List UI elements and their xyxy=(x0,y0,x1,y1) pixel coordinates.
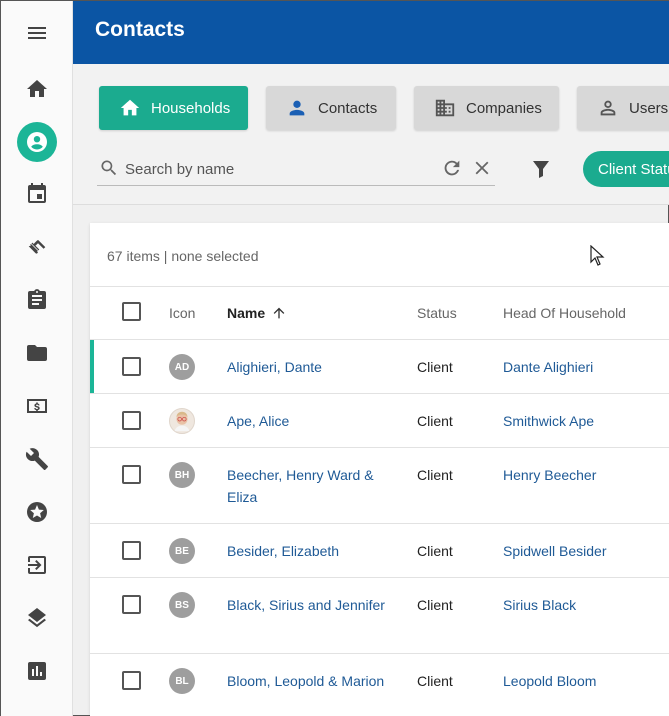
column-status[interactable]: Status xyxy=(417,305,457,321)
status-value: Client xyxy=(417,413,453,429)
tab-households[interactable]: Households xyxy=(99,86,248,130)
row-checkbox[interactable] xyxy=(122,595,141,614)
sort-ascending-icon xyxy=(273,307,285,319)
avatar-photo xyxy=(169,408,195,434)
search-box xyxy=(97,152,495,186)
table-row[interactable]: AD Alighieri, Dante Client Dante Alighie… xyxy=(90,340,669,394)
client-status-filter-chip[interactable]: Client Statu xyxy=(583,151,669,187)
tab-users[interactable]: Users xyxy=(577,86,669,130)
row-checkbox[interactable] xyxy=(122,465,141,484)
column-name-label: Name xyxy=(227,305,266,321)
status-value: Client xyxy=(417,467,453,483)
household-name-link[interactable]: Alighieri, Dante xyxy=(227,356,397,378)
household-name-link[interactable]: Besider, Elizabeth xyxy=(227,540,397,562)
toolbar: Households Contacts Companies Users Clie… xyxy=(73,64,669,205)
avatar: AD xyxy=(169,354,195,380)
tab-households-label: Households xyxy=(151,99,231,117)
row-checkbox[interactable] xyxy=(122,357,141,376)
household-name-link[interactable]: Bloom, Leopold & Marion xyxy=(227,670,397,692)
calendar-icon[interactable] xyxy=(15,174,59,214)
folder-icon[interactable] xyxy=(15,333,59,373)
household-name-link[interactable]: Black, Sirius and Jennifer xyxy=(227,594,397,616)
account-circle-icon[interactable] xyxy=(17,122,57,162)
handshake-icon[interactable] xyxy=(15,227,59,267)
row-checkbox[interactable] xyxy=(122,671,141,690)
star-icon[interactable] xyxy=(15,492,59,532)
tab-contacts[interactable]: Contacts xyxy=(266,86,396,130)
head-of-household-link[interactable]: Dante Alighieri xyxy=(503,356,593,378)
column-icon: Icon xyxy=(169,305,196,321)
tab-companies[interactable]: Companies xyxy=(414,86,559,130)
table-row[interactable]: BS Black, Sirius and Jennifer Client Sir… xyxy=(90,578,669,654)
item-count: 67 items | none selected xyxy=(107,248,259,264)
layers-icon[interactable] xyxy=(15,598,59,638)
avatar: BS xyxy=(169,592,195,618)
tab-contacts-label: Contacts xyxy=(318,99,378,117)
tab-companies-label: Companies xyxy=(466,99,542,117)
search-input[interactable] xyxy=(125,158,435,180)
household-name-link[interactable]: Ape, Alice xyxy=(227,410,397,432)
row-checkbox[interactable] xyxy=(122,411,141,430)
wrench-icon[interactable] xyxy=(15,439,59,479)
money-icon[interactable] xyxy=(15,386,59,426)
row-checkbox[interactable] xyxy=(122,541,141,560)
building-icon xyxy=(435,99,455,117)
login-icon[interactable] xyxy=(15,545,59,585)
sidebar xyxy=(1,1,73,716)
column-name[interactable]: Name xyxy=(227,305,287,321)
filter-icon[interactable] xyxy=(529,157,553,181)
clear-icon[interactable] xyxy=(471,157,493,179)
head-of-household-link[interactable]: Smithwick Ape xyxy=(503,410,594,432)
status-value: Client xyxy=(417,543,453,559)
table-row[interactable]: BL Bloom, Leopold & Marion Client Leopol… xyxy=(90,654,669,716)
table-row[interactable]: BE Besider, Elizabeth Client Spidwell Be… xyxy=(90,524,669,578)
avatar: BH xyxy=(169,462,195,488)
page-title: Contacts xyxy=(95,18,185,41)
chart-icon[interactable] xyxy=(15,651,59,691)
mouse-cursor-icon xyxy=(590,245,605,266)
person-outline-icon xyxy=(600,100,616,116)
home-icon xyxy=(120,99,140,116)
status-value: Client xyxy=(417,673,453,689)
status-value: Client xyxy=(417,597,453,613)
table-header: Icon Name Status Head Of Household xyxy=(90,286,669,340)
head-of-household-link[interactable]: Henry Beecher xyxy=(503,464,596,486)
status-value: Client xyxy=(417,359,453,375)
search-icon xyxy=(101,160,117,176)
tab-users-label: Users xyxy=(629,99,669,117)
table-row[interactable]: BH Beecher, Henry Ward & Eliza Client He… xyxy=(90,448,669,524)
app-header: Contacts xyxy=(73,1,669,64)
household-name-link[interactable]: Beecher, Henry Ward & Eliza xyxy=(227,464,397,508)
select-all-checkbox[interactable] xyxy=(122,302,141,321)
head-of-household-link[interactable]: Leopold Bloom xyxy=(503,670,596,692)
contacts-list-panel: 67 items | none selected Icon Name Statu… xyxy=(90,223,669,716)
head-of-household-link[interactable]: Spidwell Besider xyxy=(503,540,607,562)
avatar: BE xyxy=(169,538,195,564)
person-photo-icon xyxy=(174,411,190,432)
clipboard-icon[interactable] xyxy=(15,280,59,320)
avatar: BL xyxy=(169,668,195,694)
menu-icon[interactable] xyxy=(15,13,59,53)
column-head-of-household[interactable]: Head Of Household xyxy=(503,305,626,321)
head-of-household-link[interactable]: Sirius Black xyxy=(503,594,576,616)
home-icon[interactable] xyxy=(15,69,59,109)
person-icon xyxy=(289,100,305,116)
refresh-icon[interactable] xyxy=(441,157,463,179)
table-row[interactable]: Ape, Alice Client Smithwick Ape xyxy=(90,394,669,448)
